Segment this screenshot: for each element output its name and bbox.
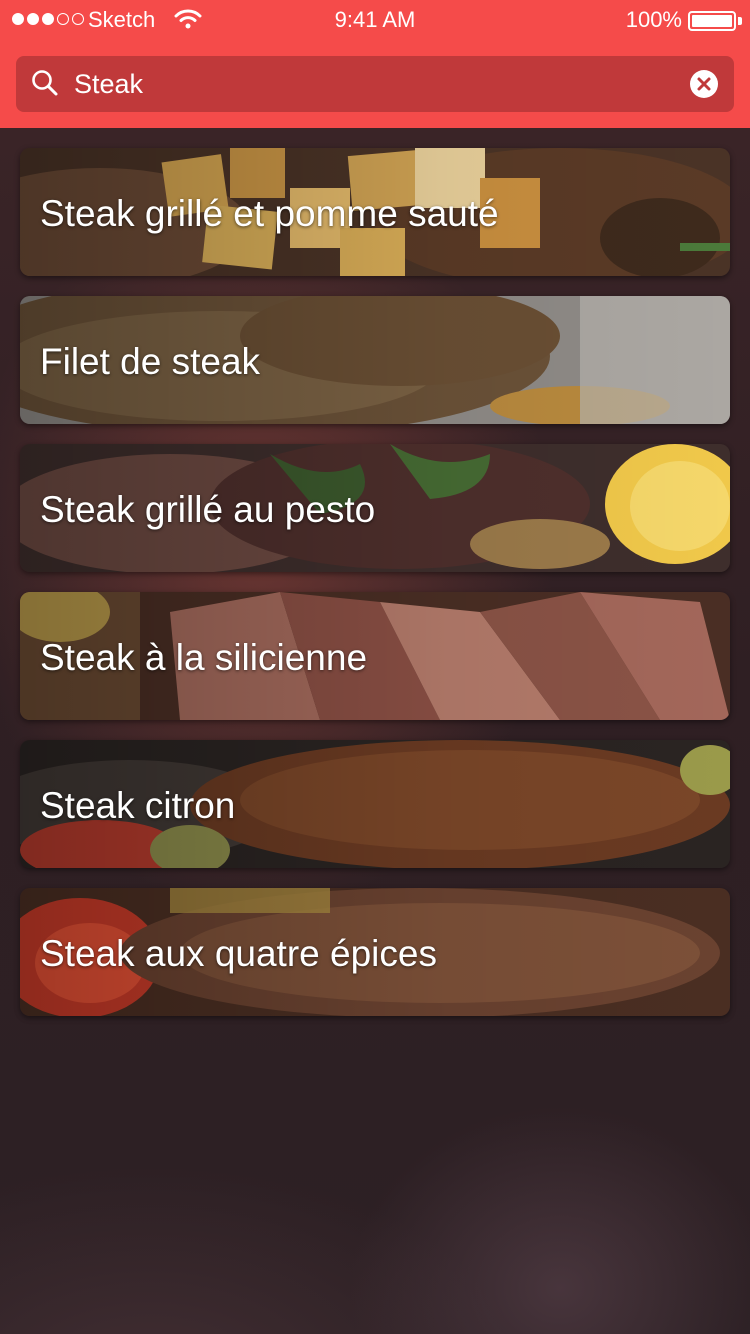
battery-nub (738, 17, 742, 25)
search-bar[interactable] (16, 56, 734, 112)
result-card[interactable]: Steak grillé au pesto (20, 444, 730, 572)
result-title: Steak aux quatre épices (40, 933, 437, 974)
result-title: Steak citron (40, 785, 236, 826)
search-icon (32, 70, 58, 96)
result-title: Steak grillé et pomme sauté (40, 193, 499, 234)
result-card[interactable]: Steak grillé et pomme sauté (20, 148, 730, 276)
results-list: Steak grillé et pomme sauté Filet de ste… (20, 148, 730, 1036)
result-card[interactable]: Steak à la silicienne (20, 592, 730, 720)
result-title: Filet de steak (40, 341, 261, 382)
result-title: Steak à la silicienne (40, 637, 368, 678)
battery-percentage: 100% (625, 7, 682, 32)
battery-icon (688, 11, 736, 31)
result-title: Steak grillé au pesto (40, 489, 376, 530)
status-bar: Sketch 9:41 AM 100% (0, 0, 750, 40)
clear-icon[interactable] (690, 70, 718, 98)
search-input[interactable] (74, 64, 674, 104)
header: Sketch 9:41 AM 100% (0, 0, 750, 128)
result-card[interactable]: Steak aux quatre épices (20, 888, 730, 1016)
result-card[interactable]: Filet de steak (20, 296, 730, 424)
result-card[interactable]: Steak citron (20, 740, 730, 868)
